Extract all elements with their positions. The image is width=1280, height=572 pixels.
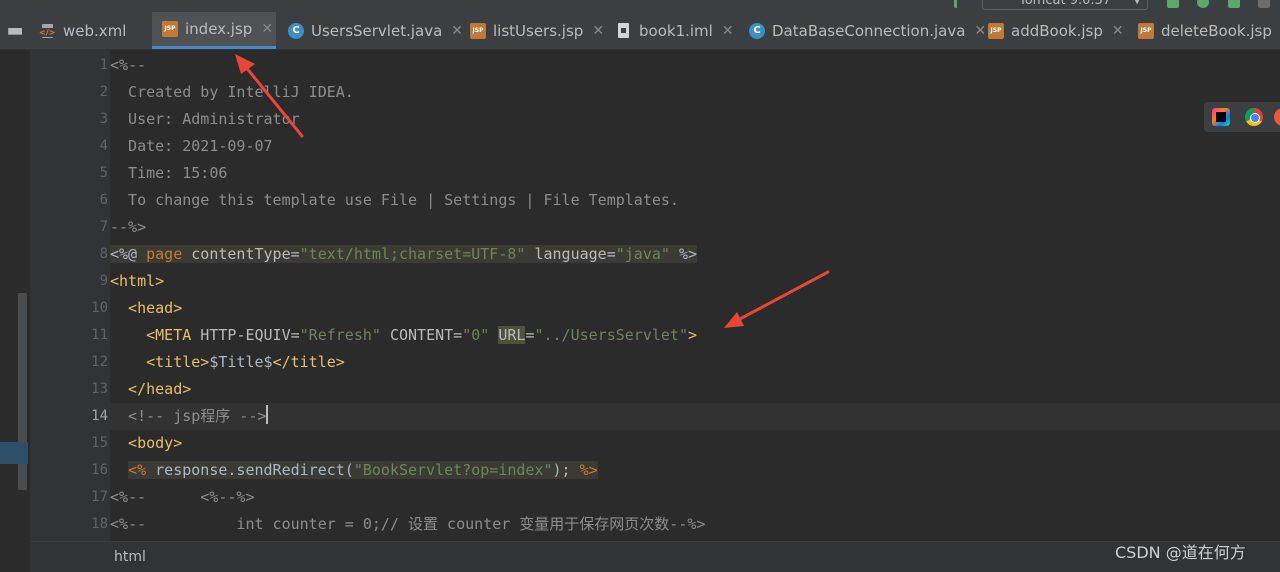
firefox-icon[interactable] (1274, 108, 1280, 126)
jsp-file-icon: JSP (162, 21, 178, 37)
chevron-down-icon: ▼ (1133, 0, 1141, 6)
line-number: 16 (91, 462, 108, 478)
watermark: CSDN @道在何方 (1115, 543, 1246, 562)
tab-book1-iml[interactable]: book1.iml ✕ (616, 12, 736, 49)
line-number: 5 (99, 165, 108, 181)
tab-label: UsersServlet.java (311, 21, 443, 40)
line-number: 11 (91, 327, 108, 343)
code-line: <html> (110, 272, 165, 290)
code-line: <title>$Title$</title> (146, 353, 345, 371)
code-line: <%@ page contentType="text/html;charset=… (110, 241, 1280, 268)
code-line: <%-- <%--%> (110, 488, 255, 506)
breadcrumb-item-html[interactable]: html (114, 542, 146, 572)
text-caret (266, 405, 269, 424)
jsp-file-icon: JSP (470, 22, 486, 39)
line-number: 10 (91, 300, 108, 316)
jsp-directive: <%@ page contentType="text/html;charset=… (110, 245, 698, 263)
tab-usersservlet-java[interactable]: C UsersServlet.java ✕ (288, 12, 463, 49)
jsp-file-icon: JSP (1138, 22, 1154, 39)
iml-file-icon (616, 22, 632, 39)
line-number: 4 (99, 138, 108, 154)
jsp-file-icon: JSP (988, 22, 1004, 39)
close-tab-icon[interactable]: ✕ (451, 23, 463, 39)
jetbrains-browser-icon[interactable] (1212, 108, 1230, 126)
line-number: 7 (99, 219, 108, 235)
url-attribute-highlight: URL (498, 326, 526, 344)
code-line-meta-refresh: <META HTTP-EQUIV="Refresh" CONTENT="0" U… (146, 326, 698, 344)
code-line: --%> (110, 218, 147, 236)
line-number: 13 (91, 381, 108, 397)
tab-label: book1.iml (639, 21, 713, 40)
coverage-icon[interactable] (1228, 0, 1240, 8)
line-number: 17 (91, 489, 108, 505)
java-class-icon: C (749, 22, 765, 39)
chrome-icon[interactable] (1245, 108, 1263, 126)
line-number: 15 (91, 435, 108, 451)
code-line: Created by IntelliJ IDEA. (110, 83, 354, 101)
open-in-browser-panel (1204, 102, 1280, 132)
line-number: 8 (99, 246, 108, 262)
run-toolbar: Tomcat 9.0.37 ▼ (0, 0, 1280, 12)
code-line: <%-- (110, 56, 147, 74)
java-class-icon: C (288, 22, 304, 39)
code-line: Time: 15:06 (110, 164, 228, 182)
breadcrumb: html (30, 541, 1280, 572)
code-editor[interactable]: <%-- Created by IntelliJ IDEA. User: Adm… (110, 50, 1280, 541)
close-tab-icon[interactable]: ✕ (261, 21, 273, 37)
code-line: <body> (110, 434, 183, 452)
line-number-current: 14 (91, 408, 108, 424)
back-arrow-icon[interactable] (954, 0, 969, 8)
editor-tab-bar: ▬ web.xml JSP index.jsp ✕ C UsersServlet… (0, 12, 1280, 50)
stop-icon[interactable] (1258, 0, 1270, 8)
line-number-gutter[interactable]: 1 2 3 4 5 6 7 8 9 10 11 12 13 14 15 16 1… (30, 50, 136, 541)
close-tab-icon[interactable]: ✕ (1112, 23, 1124, 39)
tab-label: DataBaseConnection.java (772, 21, 966, 40)
tab-label: index.jsp (185, 20, 253, 38)
line-number: 12 (91, 354, 108, 370)
code-line: <%-- int counter = 0;// 设置 counter 变量用于保… (110, 515, 706, 533)
left-edge-strip (0, 50, 30, 571)
run-icon[interactable] (1167, 0, 1179, 8)
line-number: 1 (99, 57, 108, 73)
line-number: 3 (99, 111, 108, 127)
run-configuration-select[interactable]: Tomcat 9.0.37 ▼ (982, 0, 1148, 10)
code-line: <head> (110, 299, 183, 317)
run-configuration-label: Tomcat 9.0.37 (1019, 0, 1112, 8)
line-number: 2 (99, 84, 108, 100)
tab-label: web.xml (63, 21, 127, 40)
xml-file-icon (39, 23, 56, 39)
tab-index-jsp[interactable]: JSP index.jsp ✕ (152, 12, 276, 49)
tab-label: deleteBook.jsp (1161, 21, 1272, 40)
tab-web-xml[interactable]: web.xml (39, 12, 150, 49)
debug-icon[interactable] (1197, 0, 1209, 8)
tab-listusers-jsp[interactable]: JSP listUsers.jsp ✕ (470, 12, 604, 49)
close-tab-icon[interactable]: ✕ (592, 23, 604, 39)
close-tab-icon[interactable]: ✕ (722, 23, 734, 39)
tab-label: listUsers.jsp (493, 21, 584, 40)
code-line: To change this template use File | Setti… (110, 191, 679, 209)
code-line: User: Administrator (110, 110, 300, 128)
code-line-current: <!-- jsp程序 --> (110, 403, 1280, 430)
code-line-redirect: <% response.sendRedirect("BookServlet?op… (128, 461, 598, 479)
active-tool-marker (0, 442, 28, 464)
tab-list-menu-icon[interactable]: ▬ (0, 12, 30, 49)
code-line: Date: 2021-09-07 (110, 137, 273, 155)
tab-addbook-jsp[interactable]: JSP addBook.jsp ✕ (988, 12, 1124, 49)
close-tab-icon[interactable]: ✕ (974, 23, 986, 39)
line-number: 6 (99, 192, 108, 208)
line-number: 9 (99, 273, 108, 289)
tab-databaseconnection-java[interactable]: C DataBaseConnection.java ✕ (749, 12, 986, 49)
code-line: </head> (110, 380, 192, 398)
tab-deletebook-jsp[interactable]: JSP deleteBook.jsp ✕ (1138, 12, 1280, 49)
tab-label: addBook.jsp (1011, 21, 1103, 40)
line-number: 18 (91, 516, 108, 532)
